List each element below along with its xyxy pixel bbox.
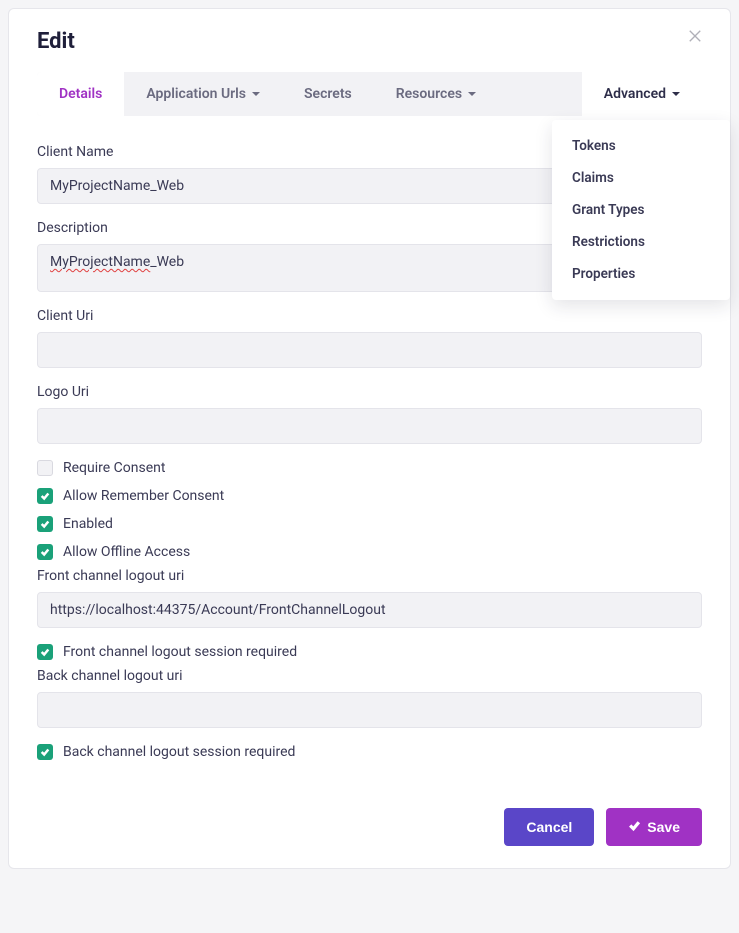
allow-remember-consent-checkbox[interactable] bbox=[37, 488, 53, 504]
logo-uri-label: Logo Uri bbox=[37, 384, 702, 400]
front-logout-session-required-checkbox[interactable] bbox=[37, 644, 53, 660]
edit-modal: Edit Details Application Urls Secrets Re… bbox=[8, 8, 731, 869]
tab-label: Application Urls bbox=[146, 86, 246, 102]
description-value-spell: MyProjectName bbox=[50, 254, 150, 270]
modal-title: Edit bbox=[37, 29, 75, 54]
description-value-suffix: _Web bbox=[150, 254, 184, 270]
chevron-down-icon bbox=[672, 92, 680, 96]
tab-bar: Details Application Urls Secrets Resourc… bbox=[37, 72, 702, 116]
front-logout-uri-input[interactable] bbox=[37, 592, 702, 628]
save-button[interactable]: Save bbox=[606, 808, 702, 846]
client-uri-label: Client Uri bbox=[37, 308, 702, 324]
chevron-down-icon bbox=[252, 92, 260, 96]
allow-offline-access-checkbox[interactable] bbox=[37, 544, 53, 560]
close-icon[interactable] bbox=[688, 29, 702, 47]
client-uri-input[interactable] bbox=[37, 332, 702, 368]
tab-label: Details bbox=[59, 86, 102, 102]
chevron-down-icon bbox=[468, 92, 476, 96]
tab-secrets[interactable]: Secrets bbox=[282, 72, 374, 116]
back-logout-session-required-checkbox[interactable] bbox=[37, 744, 53, 760]
menu-item-tokens[interactable]: Tokens bbox=[552, 130, 730, 162]
save-button-label: Save bbox=[647, 819, 680, 835]
back-logout-uri-input[interactable] bbox=[37, 692, 702, 728]
require-consent-checkbox[interactable] bbox=[37, 460, 53, 476]
tab-application-urls[interactable]: Application Urls bbox=[124, 72, 282, 116]
menu-item-properties[interactable]: Properties bbox=[552, 258, 730, 290]
front-logout-uri-label: Front channel logout uri bbox=[37, 568, 702, 584]
logo-uri-input[interactable] bbox=[37, 408, 702, 444]
menu-item-grant-types[interactable]: Grant Types bbox=[552, 194, 730, 226]
cancel-button[interactable]: Cancel bbox=[504, 808, 594, 846]
tab-label: Advanced bbox=[604, 86, 666, 102]
check-icon bbox=[628, 819, 641, 835]
enabled-checkbox[interactable] bbox=[37, 516, 53, 532]
front-logout-session-required-label: Front channel logout session required bbox=[63, 644, 297, 660]
advanced-dropdown: Tokens Claims Grant Types Restrictions P… bbox=[552, 120, 730, 300]
tab-resources[interactable]: Resources bbox=[374, 72, 498, 116]
enabled-label: Enabled bbox=[63, 516, 113, 532]
require-consent-label: Require Consent bbox=[63, 460, 165, 476]
tab-label: Resources bbox=[396, 86, 462, 102]
allow-remember-consent-label: Allow Remember Consent bbox=[63, 488, 224, 504]
tab-advanced[interactable]: Advanced bbox=[582, 72, 702, 116]
menu-item-claims[interactable]: Claims bbox=[552, 162, 730, 194]
back-logout-uri-label: Back channel logout uri bbox=[37, 668, 702, 684]
allow-offline-access-label: Allow Offline Access bbox=[63, 544, 190, 560]
tab-label: Secrets bbox=[304, 86, 352, 102]
tab-details[interactable]: Details bbox=[37, 72, 124, 116]
cancel-button-label: Cancel bbox=[526, 819, 572, 835]
menu-item-restrictions[interactable]: Restrictions bbox=[552, 226, 730, 258]
back-logout-session-required-label: Back channel logout session required bbox=[63, 744, 295, 760]
